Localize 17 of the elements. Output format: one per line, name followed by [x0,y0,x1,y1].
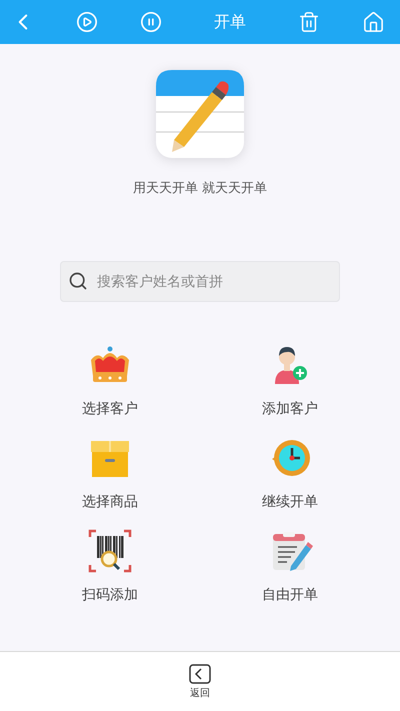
search-field[interactable]: 搜索客户姓名或首拼 [60,261,340,302]
action-button[interactable]: 自由开单 [262,528,318,604]
play-icon [76,11,98,33]
home-icon [362,10,384,34]
action-button[interactable]: 添加客户 [262,342,318,418]
action-button[interactable]: 选择商品 [82,435,138,511]
tagline: 用天天开单 就天天开单 [132,180,268,197]
barcode-scan-icon [87,528,133,574]
back-icon [189,664,211,684]
action-button[interactable]: 扫码添加 [82,528,138,604]
pause-icon [140,11,162,33]
trash-icon [298,11,320,33]
page-title: 开单 [213,12,247,32]
action-button[interactable]: 继续开单 [262,435,318,511]
back-button[interactable]: 返回 [189,664,211,700]
search-icon [68,271,88,291]
action-button[interactable]: 选择客户 [82,342,138,418]
